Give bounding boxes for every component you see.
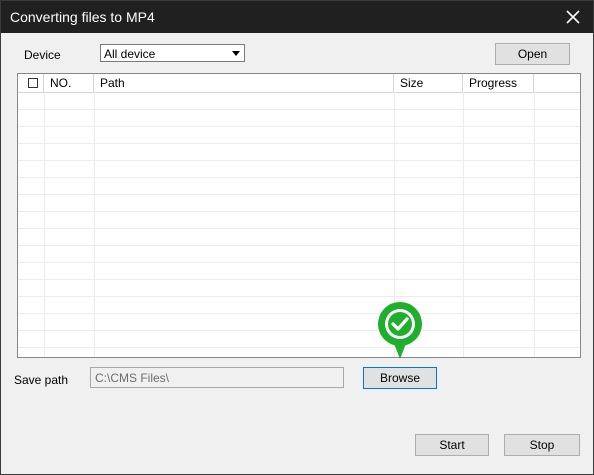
close-button[interactable] — [559, 3, 587, 31]
save-path-label: Save path — [14, 373, 69, 387]
table-row-line — [18, 262, 580, 263]
table-row-line — [18, 143, 580, 144]
file-table[interactable]: NO. Path Size Progress — [17, 73, 581, 358]
table-row-line — [18, 279, 580, 280]
table-row-line — [18, 109, 580, 110]
device-select[interactable]: All device — [100, 44, 245, 62]
dropdown-arrow[interactable] — [228, 45, 244, 61]
save-path-value: C:\CMS Files\ — [95, 371, 170, 385]
window-title: Converting files to MP4 — [10, 9, 155, 25]
select-all-cell[interactable] — [18, 74, 44, 92]
title-bar[interactable]: Converting files to MP4 — [1, 1, 593, 33]
table-row-line — [18, 228, 580, 229]
table-row-line — [18, 347, 580, 348]
table-row-line — [18, 194, 580, 195]
table-column-line — [463, 92, 464, 357]
device-label: Device — [24, 48, 61, 62]
table-row-line — [18, 245, 580, 246]
start-button[interactable]: Start — [415, 434, 489, 456]
table-header: NO. Path Size Progress — [18, 74, 580, 93]
open-button[interactable]: Open — [495, 43, 570, 65]
column-header-size[interactable]: Size — [394, 74, 463, 92]
table-row-line — [18, 330, 580, 331]
select-all-checkbox[interactable] — [28, 78, 38, 88]
column-header-progress[interactable]: Progress — [463, 74, 534, 92]
column-header-no[interactable]: NO. — [44, 74, 94, 92]
table-row-line — [18, 211, 580, 212]
table-row-line — [18, 177, 580, 178]
chevron-down-icon — [232, 50, 240, 56]
table-row-line — [18, 313, 580, 314]
close-icon — [566, 10, 580, 24]
table-column-line — [44, 92, 45, 357]
table-row-line — [18, 160, 580, 161]
stop-button[interactable]: Stop — [504, 434, 580, 456]
table-column-line — [94, 92, 95, 357]
browse-button[interactable]: Browse — [363, 367, 437, 389]
table-row-line — [18, 126, 580, 127]
table-column-line — [534, 92, 535, 357]
column-header-path[interactable]: Path — [94, 74, 394, 92]
check-badge-icon — [378, 302, 422, 359]
converter-dialog: Converting files to MP4 Device All devic… — [0, 0, 594, 475]
column-header-blank — [534, 74, 580, 92]
save-path-field: C:\CMS Files\ — [90, 367, 344, 388]
device-select-value: All device — [104, 47, 156, 61]
table-row-line — [18, 296, 580, 297]
